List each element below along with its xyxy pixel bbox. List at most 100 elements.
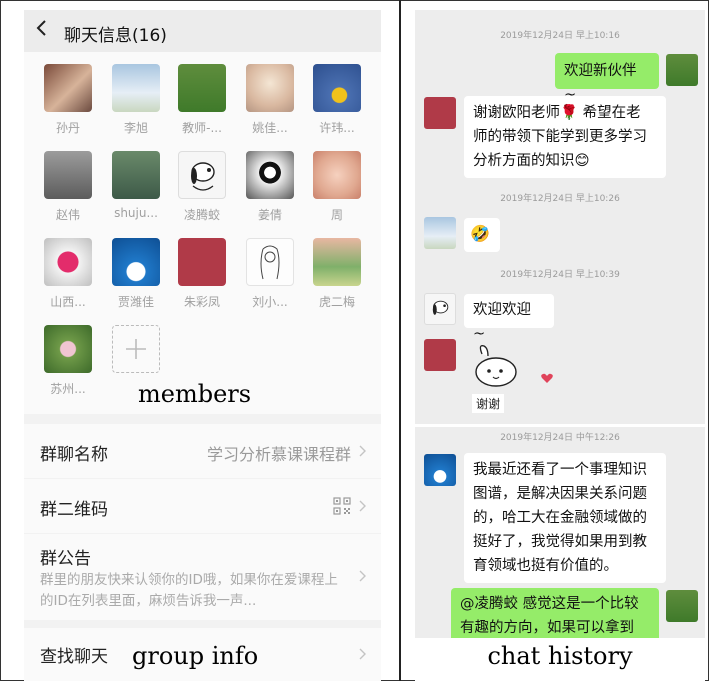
member-tile[interactable]: 朱彩凤 <box>170 238 234 318</box>
bunny-sticker-icon <box>475 345 517 387</box>
qr-code-icon <box>333 497 351 515</box>
message-bubble[interactable]: 欢迎欢迎 ~ <box>464 294 554 342</box>
member-tile[interactable]: shuju... <box>104 151 168 231</box>
member-avatar <box>178 238 226 286</box>
member-name: 苏州... <box>50 382 86 396</box>
timestamp: 2019年12月24日 早上10:39 <box>500 270 620 280</box>
group-qr-row[interactable]: 群二维码 <box>24 479 381 533</box>
member-avatar <box>112 238 160 286</box>
member-avatar <box>44 238 92 286</box>
member-name: 孙丹 <box>55 121 80 135</box>
member-tile[interactable]: 赵伟 <box>36 151 100 231</box>
message-bubble[interactable]: 我最近还看了一个事理知识 图谱，是解决因果关系问题 的，哈工大在金融领域做的 挺… <box>464 453 666 583</box>
chat-history-caption: chat history <box>415 638 705 681</box>
member-avatar <box>178 64 226 112</box>
timestamp: 2019年12月24日 早上10:26 <box>500 194 620 204</box>
message-line: 育领域也挺有价值的。 <box>473 558 618 574</box>
timestamp: 2019年12月24日 中午12:26 <box>500 433 620 443</box>
sender-avatar[interactable] <box>424 454 456 486</box>
back-chevron-icon[interactable] <box>36 20 48 36</box>
announcement-row[interactable]: 群公告 群里的朋友快来认领你的ID哦，如果你在爱课程上的ID在列表里面，麻烦告诉… <box>24 534 381 620</box>
chevron-right-icon <box>359 445 366 457</box>
message-line: 的，哈工大在金融领域做的 <box>473 510 647 526</box>
member-grid: 孙丹 李旭 教师-... 姚佳... 许玮... 赵伟 shuju... 凌腾蛟… <box>24 52 381 414</box>
member-tile[interactable]: 苏州... <box>36 325 100 405</box>
member-avatar <box>112 64 160 112</box>
sender-avatar[interactable] <box>424 339 456 371</box>
sender-avatar[interactable] <box>424 97 456 129</box>
member-tile[interactable]: 李旭 <box>104 64 168 144</box>
message-line: 谢谢欧阳老师🌹 希望在老 <box>473 105 641 121</box>
member-tile[interactable]: 刘小... <box>238 238 302 318</box>
message-line: 有趣的方向，如果可以拿到 <box>460 620 634 636</box>
member-tile[interactable]: 山西... <box>36 238 100 318</box>
announcement-label: 群公告 <box>40 549 91 569</box>
self-avatar[interactable] <box>666 54 698 86</box>
member-avatar <box>313 64 361 112</box>
member-name: 李旭 <box>123 121 148 135</box>
heart-icon <box>541 373 553 383</box>
member-avatar <box>246 151 294 199</box>
self-avatar[interactable] <box>666 590 698 622</box>
timestamp: 2019年12月24日 早上10:16 <box>500 31 620 41</box>
member-tile[interactable]: 贾潍佳 <box>104 238 168 318</box>
chat-history-panel: 2019年12月24日 早上10:16 欢迎新伙伴 ~ 谢谢欧阳老师🌹 希望在老… <box>415 10 705 681</box>
group-name-label: 群聊名称 <box>40 445 108 465</box>
page-title: 聊天信息(16) <box>64 26 167 46</box>
message-line: 图谱，是解决因果关系问题 <box>473 486 647 502</box>
member-tile[interactable]: 教师-... <box>170 64 234 144</box>
chevron-right-icon <box>359 500 366 512</box>
member-tile[interactable]: 凌腾蛟 <box>170 151 234 231</box>
chevron-right-icon <box>359 648 366 660</box>
member-name: 贾潍佳 <box>117 295 154 309</box>
member-name: shuju... <box>114 206 158 220</box>
member-name: 周 <box>330 208 343 222</box>
chevron-right-icon <box>359 570 366 582</box>
member-tile[interactable]: 姚佳... <box>238 64 302 144</box>
member-name: 刘小... <box>252 295 288 309</box>
announcement-text: 群里的朋友快来认领你的ID哦，如果你在爱课程上的ID在列表里面，麻烦告诉我一声.… <box>40 572 338 609</box>
sticker[interactable]: 谢谢 <box>470 344 530 414</box>
group-info-caption: group info <box>132 642 259 670</box>
panel-divider <box>399 0 401 681</box>
member-name: 朱彩凤 <box>183 295 220 309</box>
emoji-bubble[interactable]: 🤣 <box>464 218 500 252</box>
member-avatar <box>178 151 226 199</box>
member-avatar <box>313 238 361 286</box>
member-tile[interactable]: 周 <box>305 151 369 231</box>
message-line: @凌腾蛟 感觉这是一个比较 <box>460 596 639 612</box>
member-avatar <box>246 238 294 286</box>
sticker-caption: 谢谢 <box>472 394 505 413</box>
member-tile[interactable]: 许玮... <box>305 64 369 144</box>
message-line: 师的带领下能学到更多学习 <box>473 129 647 145</box>
member-name: 虎二梅 <box>318 295 355 309</box>
header-bar: 聊天信息(16) <box>24 10 381 52</box>
sender-avatar[interactable] <box>424 293 456 325</box>
group-qr-label: 群二维码 <box>40 500 108 520</box>
member-name: 凌腾蛟 <box>183 208 220 222</box>
member-avatar <box>44 325 92 373</box>
member-avatar <box>246 64 294 112</box>
add-member-icon[interactable] <box>112 325 160 373</box>
member-name: 教师-... <box>182 121 222 135</box>
member-name: 许玮... <box>319 121 355 135</box>
group-info-panel: 聊天信息(16) 孙丹 李旭 教师-... 姚佳... 许玮... 赵伟 shu… <box>24 10 381 681</box>
member-avatar <box>313 151 361 199</box>
message-line: 我最近还看了一个事理知识 <box>473 462 647 478</box>
member-avatar <box>44 64 92 112</box>
member-tile[interactable]: 孙丹 <box>36 64 100 144</box>
member-avatar <box>112 151 160 199</box>
search-chat-label: 查找聊天 <box>40 647 108 667</box>
group-name-row[interactable]: 群聊名称 学习分析慕课课程群 <box>24 424 381 478</box>
member-name: 姚佳... <box>252 121 288 135</box>
message-line: 分析方面的知识😊 <box>473 153 590 169</box>
sender-avatar[interactable] <box>424 217 456 249</box>
members-caption: members <box>138 380 252 408</box>
section-divider <box>415 424 705 427</box>
member-tile[interactable]: 姜倩 <box>238 151 302 231</box>
message-bubble[interactable]: 欢迎新伙伴 ~ <box>555 53 659 103</box>
member-name: 赵伟 <box>55 208 80 222</box>
member-name: 姜倩 <box>257 208 282 222</box>
message-bubble[interactable]: 谢谢欧阳老师🌹 希望在老 师的带领下能学到更多学习 分析方面的知识😊 <box>464 96 666 178</box>
member-tile[interactable]: 虎二梅 <box>305 238 369 318</box>
